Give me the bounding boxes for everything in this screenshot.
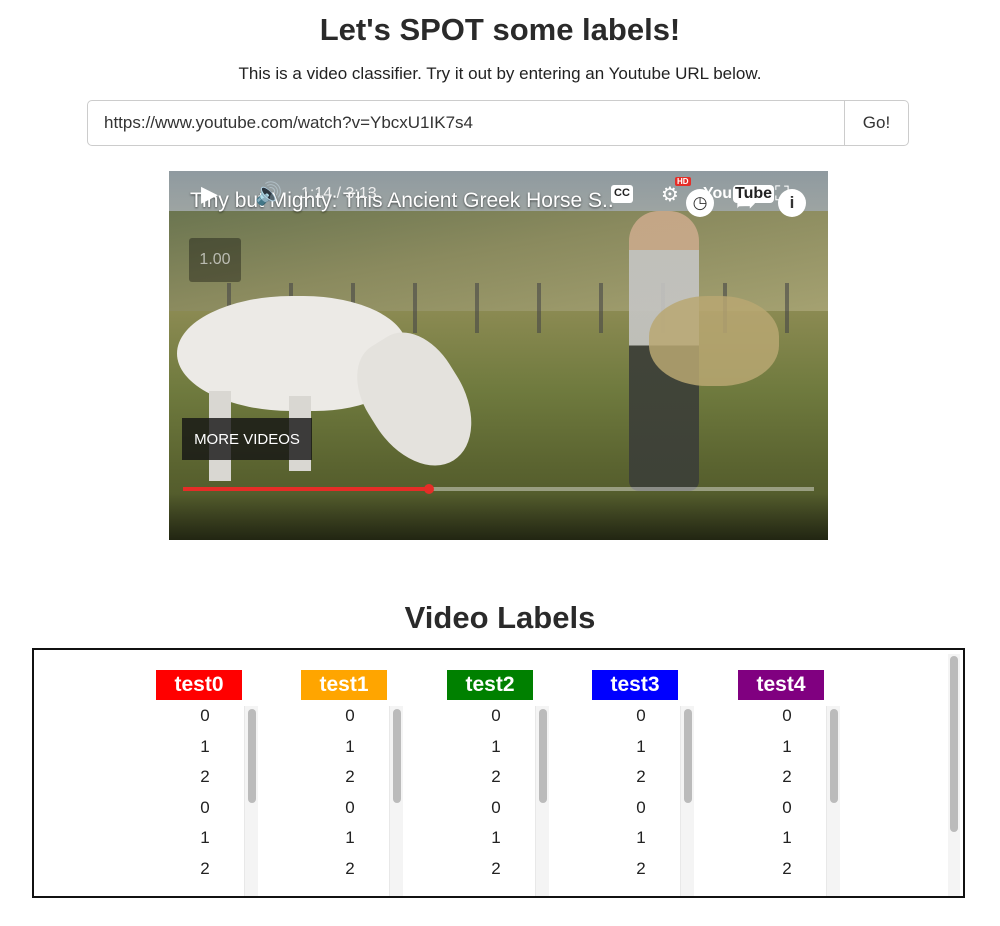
label-header: test0 xyxy=(156,670,242,700)
label-header: test4 xyxy=(738,670,824,700)
label-list-scroll-thumb[interactable] xyxy=(830,709,838,803)
label-value: 1 xyxy=(636,736,646,756)
label-column-test2: test2 0 1 2 0 1 2 xyxy=(447,670,549,896)
label-value: 2 xyxy=(345,858,355,878)
label-list-scrollbar[interactable] xyxy=(826,706,840,896)
label-value: 2 xyxy=(345,767,355,786)
label-value: 2 xyxy=(491,767,501,786)
label-list-scroll-thumb[interactable] xyxy=(393,709,401,803)
go-button[interactable]: Go! xyxy=(845,100,909,146)
label-value: 1 xyxy=(491,828,501,847)
label-list-scrollbar[interactable] xyxy=(389,706,403,896)
label-value: 2 xyxy=(636,858,646,878)
youtube-url-input[interactable] xyxy=(87,100,845,146)
label-list-scroll-thumb[interactable] xyxy=(684,709,692,803)
label-value-list[interactable]: 0 1 2 0 1 2 xyxy=(315,706,411,896)
label-header: test1 xyxy=(301,670,387,700)
label-value: 0 xyxy=(782,706,792,725)
video-title[interactable]: Tiny but Mighty: This Ancient Greek Hors… xyxy=(190,189,614,213)
label-list-scrollbar[interactable] xyxy=(680,706,694,896)
more-videos-button[interactable]: MORE VIDEOS xyxy=(182,418,312,460)
label-header: test3 xyxy=(592,670,678,700)
labels-panel: test0 0 1 2 0 1 2 test1 0 1 2 0 1 2 test2 0 1 2 0 1 2 test3 0 1… xyxy=(32,648,965,898)
label-value: 1 xyxy=(782,828,792,847)
label-value: 2 xyxy=(200,858,210,878)
label-value: 1 xyxy=(782,736,792,756)
progress-fill xyxy=(183,487,430,491)
label-column-test0: test0 0 1 2 0 1 2 xyxy=(156,670,258,896)
label-value: 0 xyxy=(200,706,210,725)
settings-hd-icon[interactable]: ⚙ HD xyxy=(661,177,691,209)
label-value: 0 xyxy=(636,706,646,725)
page-subtitle: This is a video classifier. Try it out b… xyxy=(238,64,762,83)
label-value: 0 xyxy=(345,706,355,725)
play-icon[interactable]: ▶ xyxy=(201,179,218,209)
label-value: 0 xyxy=(636,797,646,817)
label-value-list[interactable]: 0 1 2 0 1 2 xyxy=(752,706,848,896)
label-value: 1 xyxy=(636,828,646,847)
url-form: Go! xyxy=(87,100,909,146)
youtube-logo[interactable]: You Tube xyxy=(703,179,775,209)
label-value: 0 xyxy=(345,797,355,817)
label-list-scrollbar[interactable] xyxy=(244,706,258,896)
label-value: 1 xyxy=(345,828,355,847)
cc-icon[interactable]: CC xyxy=(611,179,633,209)
labels-section-title: Video Labels xyxy=(404,600,596,635)
label-value: 2 xyxy=(782,767,792,786)
label-header: test2 xyxy=(447,670,533,700)
label-value: 2 xyxy=(491,858,501,878)
player-controls xyxy=(169,493,828,540)
label-value: 1 xyxy=(345,736,355,756)
label-list-scroll-thumb[interactable] xyxy=(539,709,547,803)
label-value: 0 xyxy=(491,706,501,725)
video-frame xyxy=(169,171,828,540)
youtube-player[interactable]: Tiny but Mighty: This Ancient Greek Hors… xyxy=(169,171,828,540)
label-value: 1 xyxy=(200,828,210,847)
volume-icon[interactable]: 🔊 xyxy=(255,179,282,209)
label-value-list[interactable]: 0 1 2 0 1 2 xyxy=(170,706,266,896)
label-value: 2 xyxy=(200,767,210,786)
labels-panel-scrollbar[interactable] xyxy=(948,654,960,896)
label-list-scroll-thumb[interactable] xyxy=(248,709,256,803)
label-value: 1 xyxy=(491,736,501,756)
fullscreen-icon[interactable]: ⛶ xyxy=(775,179,789,209)
label-value: 1 xyxy=(200,736,210,756)
labels-panel-scroll-thumb[interactable] xyxy=(950,656,958,832)
label-value: 0 xyxy=(200,797,210,817)
label-value: 2 xyxy=(782,858,792,878)
label-column-test1: test1 0 1 2 0 1 2 xyxy=(301,670,403,896)
page-title: Let's SPOT some labels! xyxy=(319,12,681,47)
label-list-scrollbar[interactable] xyxy=(535,706,549,896)
label-value: 0 xyxy=(782,797,792,817)
label-value: 0 xyxy=(491,797,501,817)
progress-bar[interactable] xyxy=(183,484,814,494)
time-display: 1:14 / 3:13 xyxy=(301,185,377,202)
label-column-test3: test3 0 1 2 0 1 2 xyxy=(592,670,694,896)
playback-speed: 1.00 xyxy=(189,238,241,282)
label-column-test4: test4 0 1 2 0 1 2 xyxy=(738,670,840,896)
label-value-list[interactable]: 0 1 2 0 1 2 xyxy=(461,706,557,896)
label-value-list[interactable]: 0 1 2 0 1 2 xyxy=(606,706,702,896)
label-value: 2 xyxy=(636,767,646,786)
